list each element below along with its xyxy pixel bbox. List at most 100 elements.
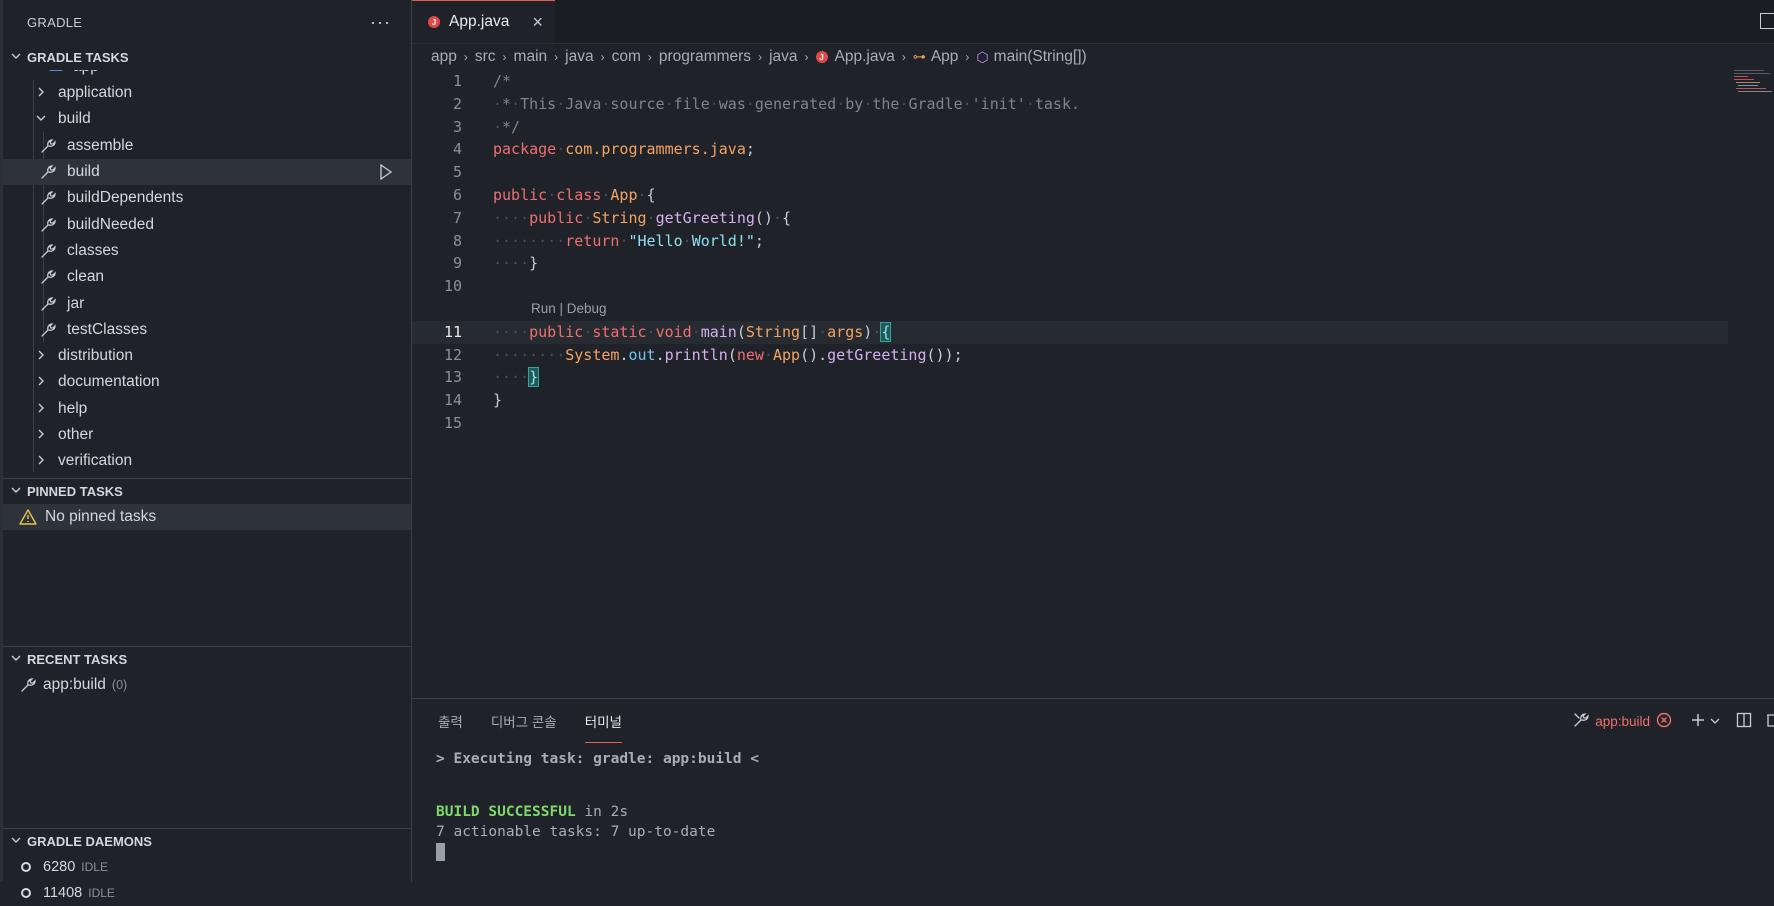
java-file-icon: J	[815, 51, 828, 63]
code-line: 10	[443, 277, 462, 296]
bottom-panel: 출력 디버그 콘솔 터미널 app:build > Executing task…	[412, 698, 1774, 882]
gradle-task-tree: app application build assemble build bui…	[3, 70, 411, 472]
run-task-icon[interactable]	[379, 163, 393, 185]
wrench-icon	[39, 295, 59, 313]
tab-app-java[interactable]: J App.java ×	[412, 0, 555, 43]
tree-group-application[interactable]: application	[3, 80, 411, 106]
chevron-down-icon	[34, 112, 48, 126]
chevron-right-icon	[34, 86, 48, 100]
tree-task-testClasses[interactable]: testClasses	[3, 317, 411, 343]
panel-tab-bar: 출력 디버그 콘솔 터미널	[412, 699, 1774, 743]
chevron-right-icon	[34, 428, 48, 442]
breadcrumb-item[interactable]: app	[431, 48, 457, 66]
close-icon[interactable]: ×	[532, 12, 543, 33]
minimap[interactable]	[1734, 70, 1774, 100]
wrench-icon	[19, 676, 37, 694]
tab-terminal[interactable]: 터미널	[584, 711, 623, 743]
tree-task-assemble[interactable]: assemble	[3, 133, 411, 159]
breadcrumb-item[interactable]: java	[769, 48, 797, 66]
tree-task-buildNeeded[interactable]: buildNeeded	[3, 211, 411, 237]
pinned-tasks-header[interactable]: PINNED TASKS	[3, 478, 411, 504]
wrench-icon	[39, 216, 59, 234]
tree-task-jar[interactable]: jar	[3, 290, 411, 316]
more-actions-icon[interactable]: ···	[370, 12, 391, 33]
tree-group-help[interactable]: help	[3, 396, 411, 422]
no-pinned-tasks-item: No pinned tasks	[3, 504, 411, 530]
code-line: 14}	[443, 391, 503, 410]
class-icon: ⊶	[912, 49, 926, 64]
tree-group-documentation[interactable]: documentation	[3, 369, 411, 395]
chevron-right-icon: ›	[600, 50, 605, 64]
tab-debug-console[interactable]: 디버그 콘솔	[491, 711, 557, 731]
chevron-right-icon: ›	[502, 50, 507, 64]
gradle-tasks-header[interactable]: GRADLE TASKS	[3, 44, 411, 70]
breadcrumb-item[interactable]: App	[931, 48, 959, 66]
tab-output[interactable]: 출력	[438, 711, 463, 731]
tree-task-classes[interactable]: classes	[3, 238, 411, 264]
breadcrumb-item[interactable]: src	[475, 48, 496, 66]
breadcrumb-item[interactable]: main(String[])	[994, 48, 1087, 66]
sidebar-title: GRADLE	[27, 14, 83, 30]
recent-task-item[interactable]: app:build (0)	[3, 672, 411, 698]
codelens-run-debug[interactable]: Run | Debug	[412, 298, 1774, 321]
breadcrumb-item[interactable]: programmers	[659, 48, 751, 66]
code-line: 9 ····}	[452, 254, 539, 273]
wrench-icon	[39, 189, 59, 207]
tree-group-build[interactable]: build	[3, 106, 411, 132]
chevron-right-icon	[34, 454, 48, 468]
tree-task-clean[interactable]: clean	[3, 264, 411, 290]
gradle-sidebar: GRADLE ··· GRADLE TASKS app application …	[0, 0, 412, 901]
wrench-icon	[39, 321, 59, 339]
terminal-output[interactable]: > Executing task: gradle: app:build < BU…	[412, 743, 1774, 862]
chevron-right-icon: ›	[758, 50, 763, 64]
chevron-down-icon	[11, 51, 27, 64]
code-line: 15	[443, 413, 462, 432]
method-icon: ⬡	[976, 48, 989, 65]
java-file-icon: J	[428, 16, 440, 28]
code-line: 2 ·*·This·Java·source·file·was·generated·…	[452, 94, 1081, 113]
gradle-daemons-header[interactable]: GRADLE DAEMONS	[3, 828, 411, 854]
code-line: 4 package·com.programmers.java;	[452, 140, 755, 159]
error-circle-icon[interactable]	[1656, 712, 1672, 731]
terminal-line-executing: > Executing task: gradle: app:build <	[436, 751, 760, 767]
tree-group-verification[interactable]: verification	[3, 448, 411, 472]
daemon-item[interactable]: 11408 IDLE	[3, 880, 411, 906]
trash-icon[interactable]	[1766, 712, 1774, 731]
chevron-right-icon: ›	[901, 50, 906, 64]
breadcrumb-item[interactable]: main	[514, 48, 548, 66]
chevron-right-icon: ›	[647, 50, 652, 64]
tree-task-buildDependents[interactable]: buildDependents	[3, 185, 411, 211]
daemon-item[interactable]: 6280 IDLE	[3, 854, 411, 880]
project-icon	[49, 70, 63, 71]
chevron-right-icon	[34, 349, 48, 363]
tree-project-label: app	[73, 70, 99, 76]
code-line: 6 public·class·App·{	[452, 185, 656, 204]
add-terminal-icon[interactable]	[1690, 712, 1706, 731]
chevron-down-icon[interactable]	[1710, 714, 1720, 729]
code-line: 13 ····}	[443, 367, 540, 388]
terminal-cursor	[436, 842, 1774, 862]
breadcrumb-item[interactable]: App.java	[835, 48, 895, 66]
code-line: 3 ·*/	[452, 117, 521, 136]
breadcrumb-item[interactable]: java	[565, 48, 593, 66]
split-editor-icon[interactable]	[1760, 13, 1774, 29]
code-editor[interactable]: 1/* 2 ·*·This·Java·source·file·was·genera…	[412, 70, 1774, 435]
code-line: 7 ····public·String·getGreeting()·{	[452, 208, 792, 227]
editor-area: J App.java × app › src › main › java › com › …	[412, 0, 1774, 698]
chevron-down-icon	[25, 70, 35, 72]
editor-tab-bar: J App.java ×	[412, 0, 1774, 44]
tree-project-app[interactable]: app	[3, 70, 411, 80]
daemon-status-icon	[21, 888, 31, 898]
chevron-down-icon	[11, 835, 27, 848]
breadcrumb-item[interactable]: com	[612, 48, 641, 66]
code-line: 5	[452, 163, 462, 182]
tree-group-distribution[interactable]: distribution	[3, 343, 411, 369]
tree-group-other[interactable]: other	[3, 422, 411, 448]
recent-tasks-header[interactable]: RECENT TASKS	[3, 646, 411, 672]
code-line: 8 ········return·"Hello·World!";	[452, 231, 764, 250]
split-terminal-icon[interactable]	[1736, 712, 1752, 731]
terminal-task-label[interactable]: app:build	[1595, 714, 1650, 729]
wrench-icon	[39, 137, 59, 155]
tree-task-build[interactable]: build	[3, 158, 411, 186]
chevron-right-icon: ›	[554, 50, 559, 64]
